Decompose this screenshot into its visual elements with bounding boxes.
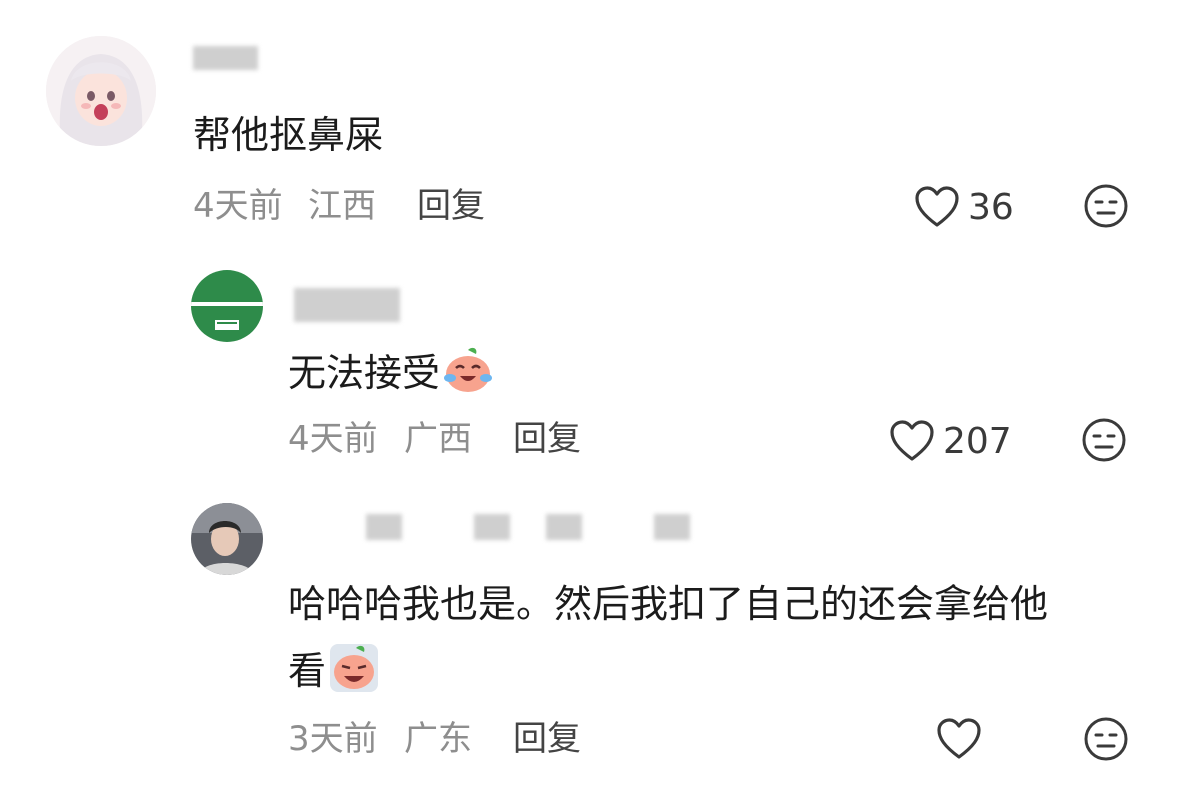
avatar-person-photo xyxy=(191,503,263,575)
avatar-anime-girl-image xyxy=(46,36,156,146)
username-blurred[interactable] xyxy=(474,514,510,540)
comment-text: 哈哈哈我也是。然后我扣了自己的还会拿给他 xyxy=(288,582,1049,626)
reply-button[interactable]: 回复 xyxy=(417,186,485,226)
crying-laughing-peach-emoji xyxy=(442,346,494,405)
meh-face-icon xyxy=(1084,184,1128,228)
like-button[interactable] xyxy=(936,718,990,760)
avatar-green-sign-image xyxy=(191,270,263,342)
crying-peach-emoji xyxy=(328,642,380,705)
avatar[interactable] xyxy=(46,36,156,146)
comment-location: 广东 xyxy=(404,719,472,759)
username-blurred[interactable] xyxy=(294,288,400,322)
like-count: 207 xyxy=(943,420,1012,462)
username-blurred[interactable] xyxy=(546,514,582,540)
like-count: 36 xyxy=(968,186,1014,228)
username-blurred[interactable] xyxy=(654,514,690,540)
comment-text-body: 无法接受 xyxy=(288,351,441,395)
dislike-button[interactable] xyxy=(1083,716,1129,766)
heart-outline-icon xyxy=(890,420,934,461)
username-blurred[interactable] xyxy=(193,46,258,70)
comment-text: 帮他抠鼻屎 xyxy=(193,113,384,157)
comment-text-line2: 看 xyxy=(288,642,380,705)
avatar[interactable] xyxy=(191,270,263,342)
comment-time: 4天前 xyxy=(288,419,378,459)
dislike-button[interactable] xyxy=(1083,183,1129,233)
dislike-button[interactable] xyxy=(1081,417,1127,467)
comment-time: 3天前 xyxy=(288,719,378,759)
meh-face-icon xyxy=(1082,418,1126,462)
heart-outline-icon xyxy=(915,186,959,227)
avatar[interactable] xyxy=(191,503,263,575)
heart-outline-icon xyxy=(937,718,981,759)
comment-time: 4天前 xyxy=(193,186,283,226)
username-blurred[interactable] xyxy=(366,514,402,540)
meh-face-icon xyxy=(1084,717,1128,761)
comment-text-body: 看 xyxy=(288,649,327,693)
like-button[interactable]: 207 xyxy=(889,420,1012,462)
like-button[interactable]: 36 xyxy=(914,186,1014,228)
reply-button[interactable]: 回复 xyxy=(513,719,581,759)
comment-location: 江西 xyxy=(308,186,376,226)
reply-button[interactable]: 回复 xyxy=(513,419,581,459)
comment-location: 广西 xyxy=(404,419,472,459)
comment-text: 无法接受 xyxy=(288,346,494,405)
